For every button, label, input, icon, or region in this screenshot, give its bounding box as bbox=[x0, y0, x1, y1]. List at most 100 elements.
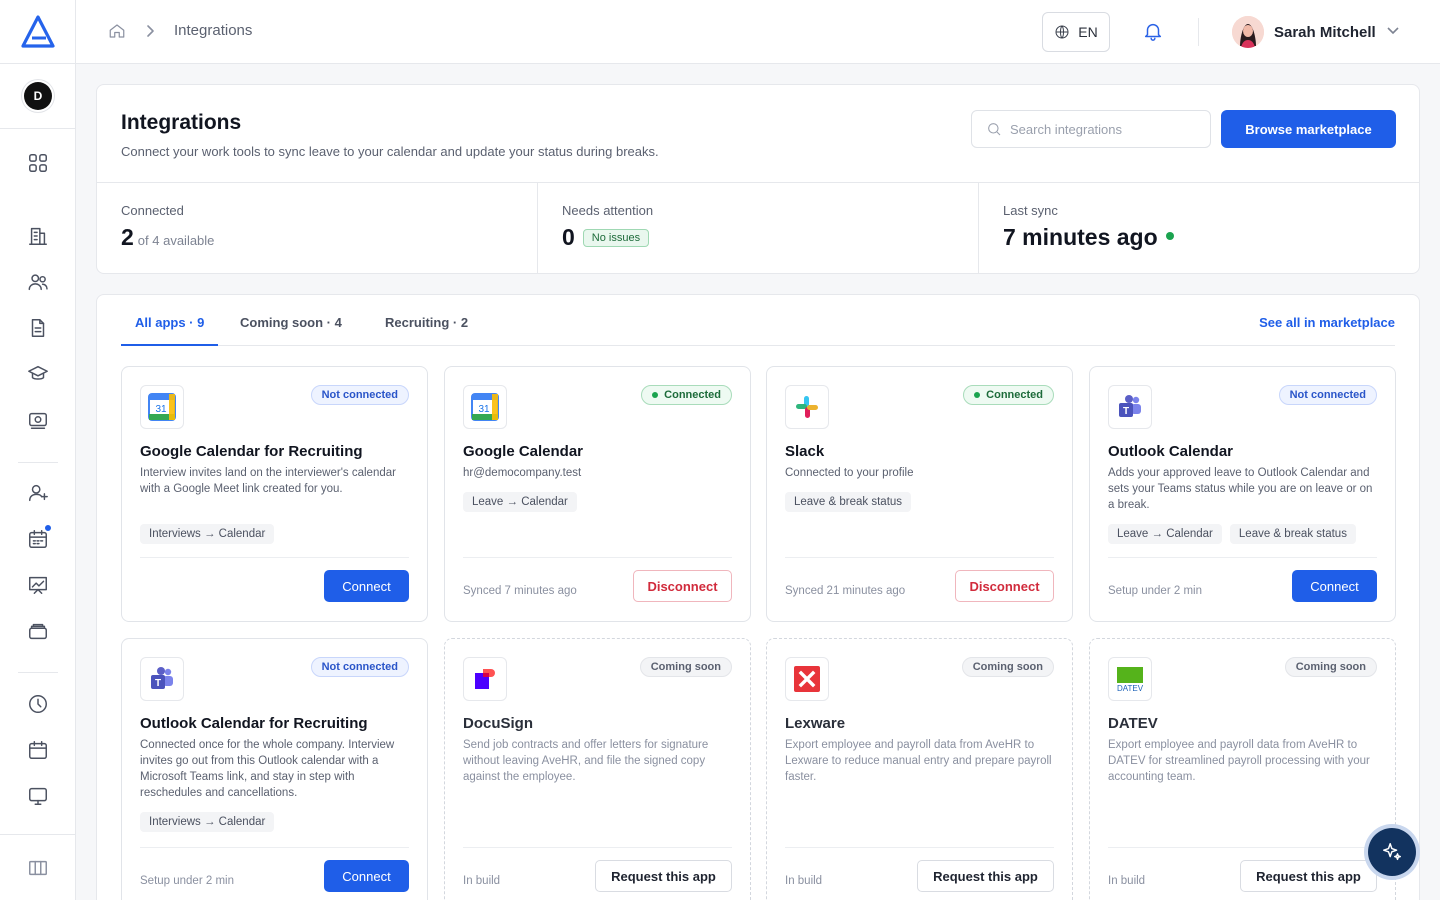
app-card-google-calendar: 31 Connected Google Calendar hr@democomp… bbox=[444, 366, 751, 622]
connect-button[interactable]: Connect bbox=[1292, 570, 1377, 602]
google-calendar-logo-icon: 31 bbox=[463, 385, 507, 429]
stat-value: 0 bbox=[562, 224, 575, 250]
setup-time-text: Setup under 2 min bbox=[1108, 585, 1202, 597]
sidebar-divider bbox=[0, 834, 76, 835]
language-label: EN bbox=[1078, 24, 1098, 40]
status-badge: Connected bbox=[641, 385, 732, 405]
stat-needs-attention: Needs attention 0 No issues bbox=[538, 183, 979, 274]
search-field[interactable] bbox=[971, 110, 1211, 148]
capability-chip: Leave & break status bbox=[785, 492, 912, 512]
user-menu[interactable]: Sarah Mitchell bbox=[1232, 16, 1400, 48]
add-user-icon[interactable] bbox=[26, 481, 50, 505]
app-card-outlook-calendar: T Not connected Outlook Calendar Adds yo… bbox=[1089, 366, 1396, 622]
app-description: Export employee and payroll data from Av… bbox=[1108, 739, 1370, 783]
status-badge: Not connected bbox=[310, 657, 409, 677]
app-footer: In build Request this app bbox=[463, 847, 732, 900]
app-footer: Connect bbox=[140, 557, 409, 621]
app-footer: In build Request this app bbox=[1108, 847, 1377, 900]
app-card-slack: Connected Slack Connected to your profil… bbox=[766, 366, 1073, 622]
status-label: Connected bbox=[986, 389, 1043, 401]
monitor-icon[interactable] bbox=[26, 784, 50, 808]
layers-icon[interactable] bbox=[26, 619, 50, 643]
app-name: Outlook Calendar for Recruiting bbox=[140, 715, 368, 732]
money-icon[interactable] bbox=[26, 408, 50, 432]
chevron-down-icon bbox=[1386, 23, 1400, 42]
users-icon[interactable] bbox=[26, 270, 50, 294]
chart-board-icon[interactable] bbox=[26, 573, 50, 597]
svg-text:DATEV: DATEV bbox=[1117, 684, 1144, 693]
stat-value: 2 bbox=[121, 224, 134, 250]
status-dot bbox=[974, 392, 981, 398]
app-footer: Synced 21 minutes ago Disconnect bbox=[785, 557, 1054, 621]
app-card-docusign: Coming soon DocuSign Send job contracts … bbox=[444, 638, 751, 900]
status-badge: Coming soon bbox=[639, 657, 732, 677]
stat-last-sync: Last sync 7 minutes ago bbox=[979, 183, 1419, 274]
disconnect-button[interactable]: Disconnect bbox=[955, 570, 1054, 602]
app-logo[interactable] bbox=[20, 14, 56, 50]
sync-status-text: Synced 7 minutes ago bbox=[463, 585, 577, 597]
app-name: Google Calendar bbox=[463, 443, 584, 460]
status-badge: Coming soon bbox=[961, 657, 1054, 677]
stat-value: 7 minutes ago bbox=[1003, 224, 1158, 250]
calendar-grid-icon[interactable] bbox=[26, 524, 52, 551]
request-app-button[interactable]: Request this app bbox=[595, 860, 732, 892]
request-app-button[interactable]: Request this app bbox=[1240, 860, 1377, 892]
docusign-logo-icon bbox=[463, 657, 507, 701]
tab-all-apps[interactable]: All apps · 9 bbox=[121, 315, 219, 346]
app-description: Adds your approved leave to Outlook Cale… bbox=[1108, 467, 1373, 511]
build-status-text: In build bbox=[463, 875, 501, 887]
status-badge: Not connected bbox=[1278, 385, 1377, 405]
sidebar: D bbox=[0, 0, 76, 900]
stat-label: Last sync bbox=[1003, 203, 1058, 218]
browse-marketplace-button[interactable]: Browse marketplace bbox=[1221, 110, 1396, 148]
grid-icon[interactable] bbox=[26, 151, 50, 175]
app-footer: In build Request this app bbox=[785, 847, 1054, 900]
avatar bbox=[1232, 16, 1264, 48]
panel-toggle-icon[interactable] bbox=[26, 856, 50, 880]
app-name: DocuSign bbox=[463, 715, 533, 732]
setup-time-text: Setup under 2 min bbox=[140, 875, 234, 887]
request-app-button[interactable]: Request this app bbox=[917, 860, 1054, 892]
home-icon[interactable] bbox=[108, 22, 126, 40]
app-description: Send job contracts and offer letters for… bbox=[463, 739, 709, 783]
sidebar-divider bbox=[0, 128, 76, 129]
status-badge: No issues bbox=[582, 229, 650, 247]
disconnect-button[interactable]: Disconnect bbox=[633, 570, 732, 602]
stat-suffix: of 4 available bbox=[137, 233, 215, 248]
ai-assistant-button[interactable] bbox=[1368, 828, 1416, 876]
top-bar: Integrations EN Sarah Mitchell bbox=[76, 0, 1440, 64]
user-name: Sarah Mitchell bbox=[1274, 23, 1376, 41]
svg-text:T: T bbox=[1123, 406, 1129, 417]
svg-text:31: 31 bbox=[155, 404, 167, 415]
capability-chip: Interviews → Calendar bbox=[140, 524, 275, 544]
tab-recruiting[interactable]: Recruiting · 2 bbox=[385, 315, 468, 344]
workspace-avatar[interactable]: D bbox=[24, 82, 52, 110]
status-badge: Coming soon bbox=[1284, 657, 1377, 677]
connect-button[interactable]: Connect bbox=[324, 860, 409, 892]
teams-logo-icon: T bbox=[140, 657, 184, 701]
language-button[interactable]: EN bbox=[1042, 12, 1110, 52]
app-name: DATEV bbox=[1108, 715, 1158, 732]
sidebar-divider bbox=[18, 462, 58, 463]
bell-icon[interactable] bbox=[1142, 20, 1164, 42]
lexware-logo-icon bbox=[785, 657, 829, 701]
calendar-icon[interactable] bbox=[26, 738, 50, 762]
stat-connected: Connected 2 of 4 available bbox=[97, 183, 538, 274]
app-footer: Setup under 2 min Connect bbox=[1108, 557, 1377, 621]
document-icon[interactable] bbox=[26, 316, 50, 340]
sync-status-dot bbox=[1165, 232, 1174, 240]
tab-coming-soon[interactable]: Coming soon · 4 bbox=[240, 315, 342, 344]
slack-logo-icon bbox=[785, 385, 829, 429]
connect-button[interactable]: Connect bbox=[324, 570, 409, 602]
search-input[interactable] bbox=[1010, 121, 1200, 137]
app-footer: Synced 7 minutes ago Disconnect bbox=[463, 557, 732, 621]
clock-icon[interactable] bbox=[26, 692, 50, 716]
app-card-datev: DATEV Coming soon DATEV Export employee … bbox=[1089, 638, 1396, 900]
see-all-marketplace-link[interactable]: See all in marketplace bbox=[1259, 315, 1395, 330]
datev-logo-icon: DATEV bbox=[1108, 657, 1152, 701]
sidebar-divider bbox=[18, 672, 58, 673]
app-card-google-calendar-recruiting: 31 Not connected Google Calendar for Rec… bbox=[121, 366, 428, 622]
app-name: Slack bbox=[785, 443, 825, 460]
building-icon[interactable] bbox=[26, 224, 50, 248]
graduation-cap-icon[interactable] bbox=[26, 362, 50, 386]
